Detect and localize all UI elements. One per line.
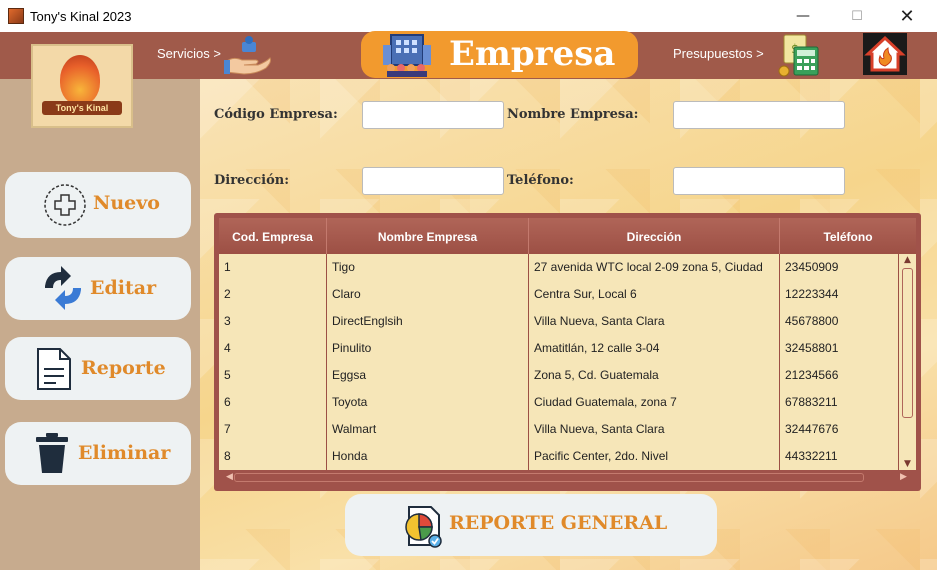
- table-row[interactable]: 4 Pinulito Amatitlán, 12 calle 3-04 3245880…: [219, 335, 899, 362]
- cell-name: Claro: [327, 281, 529, 308]
- table-row[interactable]: 6 Toyota Ciudad Guatemala, zona 7 67883211: [219, 389, 899, 416]
- table-body: 1 Tigo 27 avenida WTC local 2-09 zona 5, C…: [219, 254, 899, 470]
- scroll-right-icon[interactable]: ▶: [896, 470, 911, 485]
- delete-button[interactable]: Eliminar: [5, 422, 191, 485]
- report-button-label: Reporte: [81, 357, 166, 379]
- sidebar: [0, 79, 200, 570]
- cell-phone: 12223344: [780, 281, 899, 308]
- cell-code: 4: [219, 335, 327, 362]
- cell-code: 6: [219, 389, 327, 416]
- service-hand-icon[interactable]: [222, 34, 272, 76]
- cell-code: 3: [219, 308, 327, 335]
- new-button-label: Nuevo: [93, 192, 160, 214]
- table-row[interactable]: 7 Walmart Villa Nueva, Santa Clara 32447676: [219, 416, 899, 443]
- table-row[interactable]: 2 Claro Centra Sur, Local 6 12223344: [219, 281, 899, 308]
- edit-button-label: Editar: [90, 277, 157, 299]
- cell-phone: 32458801: [780, 335, 899, 362]
- table-row[interactable]: 8 Honda Pacific Center, 2do. Nivel 44332211: [219, 443, 899, 470]
- logo-text: Tony's Kinal: [42, 101, 122, 115]
- cell-phone: 32447676: [780, 416, 899, 443]
- column-header-name[interactable]: Nombre Empresa: [327, 218, 529, 255]
- column-header-address[interactable]: Dirección: [529, 218, 780, 255]
- companies-table: Cod. Empresa Nombre Empresa Dirección Te…: [214, 213, 921, 491]
- cell-address: Villa Nueva, Santa Clara: [529, 308, 780, 335]
- maximize-button[interactable]: ☐: [834, 0, 880, 32]
- table-header: Cod. Empresa Nombre Empresa Dirección Te…: [219, 218, 916, 255]
- general-report-label: REPORTE GENERAL: [449, 512, 668, 534]
- company-name-label: Nombre Empresa:: [507, 107, 639, 122]
- cell-address: Zona 5, Cd. Guatemala: [529, 362, 780, 389]
- report-chart-icon: [405, 506, 442, 548]
- document-icon: [37, 348, 71, 390]
- general-report-button[interactable]: REPORTE GENERAL: [345, 494, 717, 556]
- table-row[interactable]: 1 Tigo 27 avenida WTC local 2-09 zona 5, C…: [219, 254, 899, 281]
- delete-button-label: Eliminar: [78, 442, 171, 464]
- report-button[interactable]: Reporte: [5, 337, 191, 400]
- edit-button[interactable]: Editar: [5, 257, 191, 320]
- calculator-icon[interactable]: $: [776, 33, 822, 77]
- address-input[interactable]: [362, 167, 504, 195]
- table-row[interactable]: 5 Eggsa Zona 5, Cd. Guatemala 21234566: [219, 362, 899, 389]
- trash-icon: [36, 433, 68, 473]
- building-icon: [383, 34, 431, 77]
- home-fire-icon[interactable]: [862, 32, 908, 76]
- vertical-scroll-thumb[interactable]: [902, 268, 913, 418]
- cell-name: DirectEnglsih: [327, 308, 529, 335]
- logo: Tony's Kinal: [31, 44, 133, 128]
- cell-address: Villa Nueva, Santa Clara: [529, 416, 780, 443]
- cell-code: 7: [219, 416, 327, 443]
- cell-code: 2: [219, 281, 327, 308]
- page-title-pill: Empresa: [361, 31, 638, 78]
- cell-phone: 67883211: [780, 389, 899, 416]
- cell-phone: 23450909: [780, 254, 899, 281]
- scroll-down-icon[interactable]: ▼: [899, 458, 916, 470]
- cell-name: Tigo: [327, 254, 529, 281]
- cell-address: Pacific Center, 2do. Nivel: [529, 443, 780, 470]
- flame-mascot-icon: [60, 55, 100, 105]
- phone-input[interactable]: [673, 167, 845, 195]
- close-button[interactable]: ✕: [884, 0, 930, 32]
- cell-name: Walmart: [327, 416, 529, 443]
- cell-name: Toyota: [327, 389, 529, 416]
- table-row[interactable]: 3 DirectEnglsih Villa Nueva, Santa Clara 45…: [219, 308, 899, 335]
- window-title: Tony's Kinal 2023: [30, 8, 132, 24]
- horizontal-scroll-thumb[interactable]: [234, 473, 864, 482]
- company-code-label: Código Empresa:: [214, 107, 338, 122]
- sync-arrows-icon: [45, 266, 81, 310]
- add-icon: [44, 184, 86, 226]
- budgets-link[interactable]: Presupuestos >: [673, 46, 764, 61]
- cell-code: 1: [219, 254, 327, 281]
- cell-code: 5: [219, 362, 327, 389]
- services-link[interactable]: Servicios >: [157, 46, 221, 61]
- new-button[interactable]: Nuevo: [5, 172, 191, 238]
- cell-phone: 44332211: [780, 443, 899, 470]
- address-label: Dirección:: [214, 173, 290, 188]
- scroll-up-icon[interactable]: ▲: [899, 254, 916, 266]
- cell-address: Ciudad Guatemala, zona 7: [529, 389, 780, 416]
- company-name-input[interactable]: [673, 101, 845, 129]
- horizontal-scrollbar[interactable]: ◀ ▶: [219, 470, 916, 485]
- cell-phone: 21234566: [780, 362, 899, 389]
- cell-code: 8: [219, 443, 327, 470]
- column-header-phone[interactable]: Teléfono: [780, 218, 916, 255]
- phone-label: Teléfono:: [507, 173, 574, 188]
- minimize-button[interactable]: —: [780, 0, 826, 32]
- column-header-code[interactable]: Cod. Empresa: [219, 218, 327, 255]
- cell-address: Centra Sur, Local 6: [529, 281, 780, 308]
- cell-name: Pinulito: [327, 335, 529, 362]
- vertical-scrollbar[interactable]: ▲ ▼: [899, 254, 916, 470]
- page-title: Empresa: [449, 34, 616, 74]
- app-icon: [8, 8, 24, 24]
- cell-address: 27 avenida WTC local 2-09 zona 5, Ciudad: [529, 254, 780, 281]
- company-code-input[interactable]: [362, 101, 504, 129]
- cell-address: Amatitlán, 12 calle 3-04: [529, 335, 780, 362]
- cell-name: Eggsa: [327, 362, 529, 389]
- cell-name: Honda: [327, 443, 529, 470]
- cell-phone: 45678800: [780, 308, 899, 335]
